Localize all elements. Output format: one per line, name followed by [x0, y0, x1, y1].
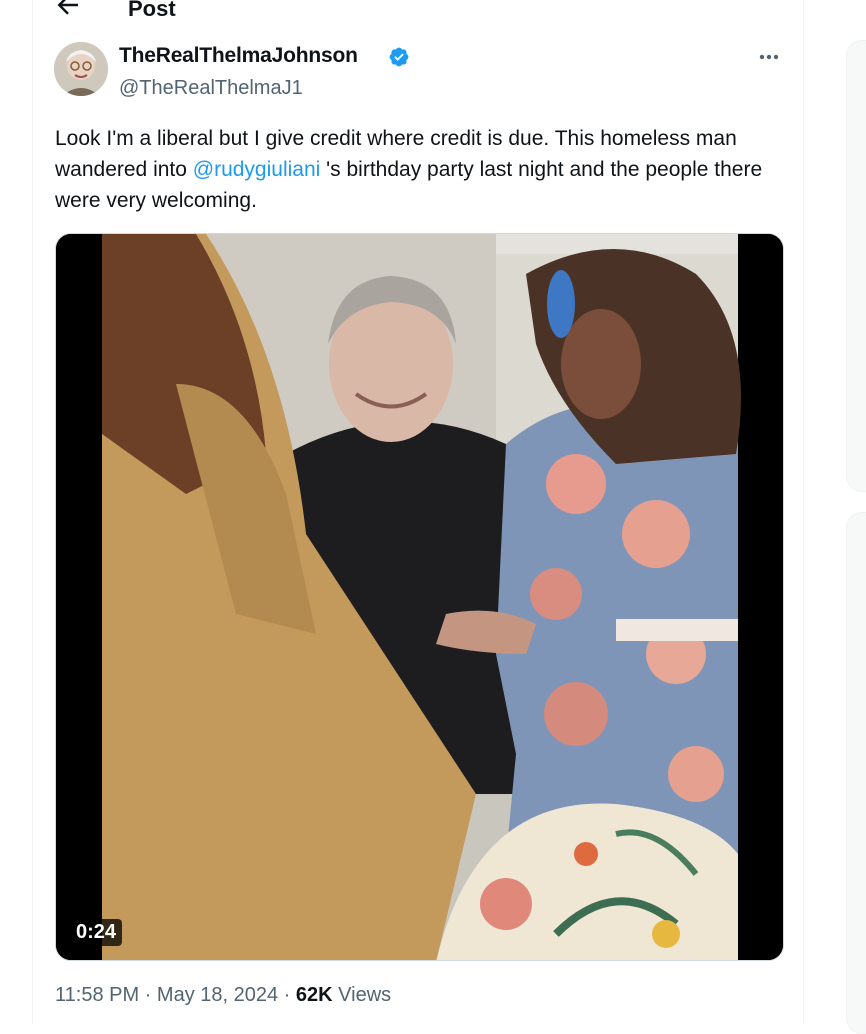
meta-separator: ·	[278, 984, 296, 1006]
tweet-meta: 11:58 PM · May 18, 2024 · 62K Views	[55, 984, 391, 1007]
page-title: Post	[128, 0, 176, 21]
sidebar-card-bottom	[846, 512, 866, 1034]
views-label: Views	[332, 984, 392, 1006]
tweet-text: Look I'm a liberal but I give credit whe…	[55, 123, 795, 216]
tweet-date[interactable]: May 18, 2024	[157, 984, 278, 1006]
avatar[interactable]	[54, 42, 108, 96]
more-options-icon[interactable]	[755, 50, 783, 64]
video-duration-badge: 0:24	[70, 919, 123, 946]
arrow-left-icon[interactable]	[53, 0, 83, 20]
verified-badge-icon	[389, 47, 409, 67]
meta-separator: ·	[139, 984, 157, 1006]
post-header: Post	[33, 0, 803, 28]
mention-link[interactable]: @rudygiuliani	[193, 158, 321, 181]
video-player[interactable]: 0:24	[55, 233, 784, 961]
author-display-name[interactable]: TheRealThelmaJohnson	[119, 44, 358, 68]
post-column: Post TheRealThelmaJohnson @TheRealThelma…	[32, 0, 804, 1024]
tweet-time[interactable]: 11:58 PM	[55, 984, 139, 1006]
author-handle[interactable]: @TheRealThelmaJ1	[119, 77, 303, 100]
video-frame	[56, 234, 783, 960]
sidebar-card-top	[846, 40, 866, 492]
views-count: 62K	[295, 984, 333, 1006]
